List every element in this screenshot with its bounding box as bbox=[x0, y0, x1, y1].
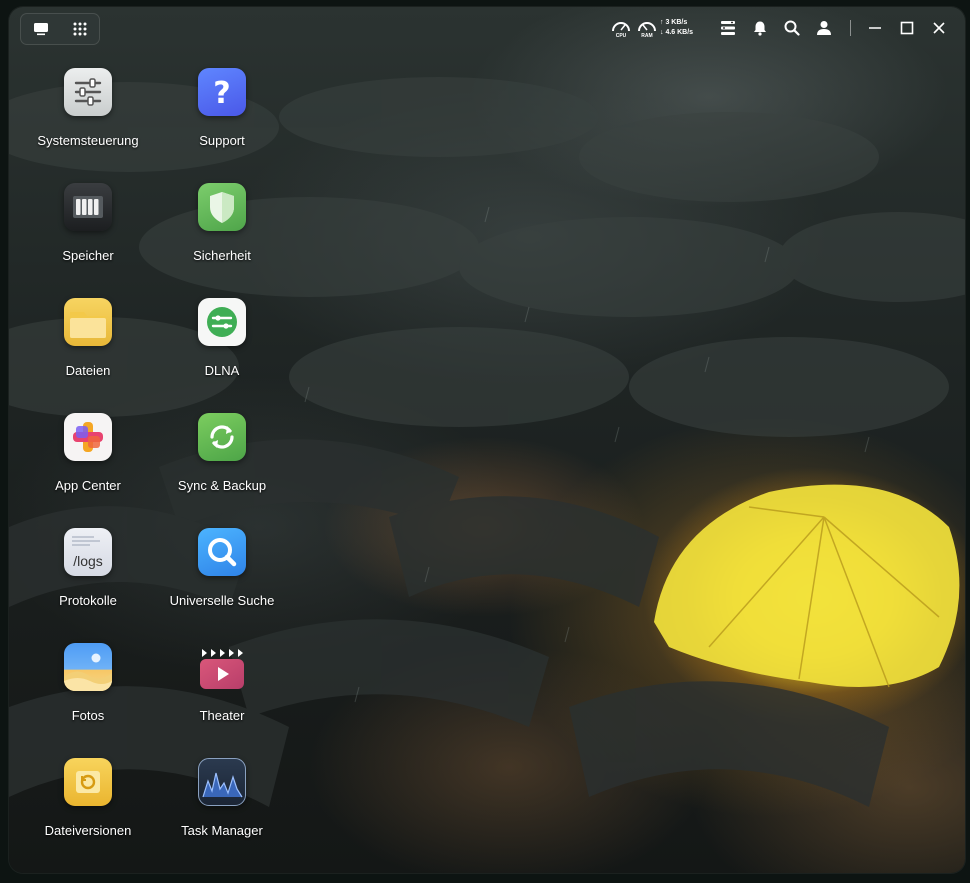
network-speed[interactable]: ↑ 3 KB/s ↓ 4.6 KB/s bbox=[660, 15, 700, 41]
app-label: DLNA bbox=[204, 363, 240, 378]
folder-icon bbox=[64, 298, 112, 346]
close-icon bbox=[933, 22, 945, 34]
app-label: Dateien bbox=[65, 363, 111, 378]
search-button[interactable] bbox=[776, 15, 808, 41]
maximize-button[interactable] bbox=[891, 15, 923, 41]
ram-gauge-icon bbox=[638, 22, 656, 32]
app-fotos[interactable]: Fotos bbox=[21, 643, 155, 723]
widgets-button[interactable] bbox=[712, 15, 744, 41]
app-dlna[interactable]: DLNA bbox=[155, 298, 289, 378]
close-button[interactable] bbox=[923, 15, 955, 41]
app-speicher[interactable]: Speicher bbox=[21, 183, 155, 263]
logs-icon-text: /logs bbox=[73, 553, 103, 569]
ram-label: RAM bbox=[641, 33, 653, 39]
app-grid-button[interactable] bbox=[68, 17, 92, 41]
app-label: Protokolle bbox=[59, 593, 117, 608]
app-dateiversionen[interactable]: Dateiversionen bbox=[21, 758, 155, 838]
minimize-icon bbox=[869, 27, 881, 29]
grid-icon bbox=[73, 22, 86, 36]
system-tray: CPU RAM ↑ 3 KB/s ↓ 4.6 KB/s bbox=[608, 15, 955, 41]
app-label: App Center bbox=[55, 478, 121, 493]
app-systemsteuerung[interactable]: Systemsteuerung bbox=[21, 68, 155, 148]
dashboard-icon bbox=[721, 21, 735, 35]
notifications-button[interactable] bbox=[744, 15, 776, 41]
app-theater[interactable]: Theater bbox=[155, 643, 289, 723]
user-button[interactable] bbox=[808, 15, 840, 41]
app-dateien[interactable]: Dateien bbox=[21, 298, 155, 378]
upload-row: ↑ 3 KB/s bbox=[660, 19, 688, 26]
desktop-view-button[interactable] bbox=[29, 17, 53, 41]
minimize-button[interactable] bbox=[859, 15, 891, 41]
app-support[interactable]: ? Support bbox=[155, 68, 289, 148]
shield-icon bbox=[198, 183, 246, 231]
cpu-label: CPU bbox=[615, 33, 627, 39]
cpu-gauge[interactable]: CPU bbox=[608, 15, 634, 41]
app-sync-backup[interactable]: Sync & Backup bbox=[155, 413, 289, 493]
app-app-center[interactable]: App Center bbox=[21, 413, 155, 493]
svg-text:?: ? bbox=[213, 76, 230, 111]
app-label: Speicher bbox=[62, 248, 114, 263]
app-label: Sync & Backup bbox=[177, 478, 267, 493]
app-universelle-suche[interactable]: Universelle Suche bbox=[155, 528, 289, 608]
sync-icon bbox=[198, 413, 246, 461]
task-manager-icon bbox=[198, 758, 246, 806]
app-label: Universelle Suche bbox=[169, 593, 275, 608]
app-label: Task Manager bbox=[181, 823, 263, 838]
question-icon: ? bbox=[198, 68, 246, 116]
control-panel-icon bbox=[64, 68, 112, 116]
search-icon bbox=[784, 20, 800, 36]
desktop-window: CPU RAM ↑ 3 KB/s ↓ 4.6 KB/s Systemsteuer… bbox=[9, 7, 965, 873]
download-speed: 4.6 KB/s bbox=[665, 29, 694, 36]
app-label: Systemsteuerung bbox=[37, 133, 139, 148]
file-versions-icon bbox=[64, 758, 112, 806]
ram-gauge[interactable]: RAM bbox=[634, 15, 660, 41]
app-protokolle[interactable]: /logs Protokolle bbox=[21, 528, 155, 608]
dlna-icon bbox=[198, 298, 246, 346]
download-row: ↓ 4.6 KB/s bbox=[660, 29, 694, 36]
bell-icon bbox=[754, 21, 766, 36]
storage-icon bbox=[64, 183, 112, 231]
universal-search-icon bbox=[198, 528, 246, 576]
user-icon bbox=[817, 21, 831, 35]
app-label: Fotos bbox=[71, 708, 105, 723]
app-task-manager[interactable]: Task Manager bbox=[155, 758, 289, 838]
theater-icon bbox=[198, 643, 246, 691]
app-label: Theater bbox=[199, 708, 245, 723]
upload-speed: 3 KB/s bbox=[665, 19, 688, 26]
maximize-icon bbox=[900, 21, 914, 35]
monitor-icon bbox=[33, 23, 48, 36]
tray-divider bbox=[850, 20, 851, 36]
cpu-gauge-icon bbox=[612, 22, 630, 32]
app-sicherheit[interactable]: Sicherheit bbox=[155, 183, 289, 263]
app-label: Sicherheit bbox=[193, 248, 251, 263]
app-label: Support bbox=[199, 133, 245, 148]
view-switcher bbox=[20, 13, 100, 45]
photos-icon bbox=[64, 643, 112, 691]
app-label: Dateiversionen bbox=[44, 823, 132, 838]
app-center-icon bbox=[64, 413, 112, 461]
logs-icon: /logs bbox=[64, 528, 112, 576]
